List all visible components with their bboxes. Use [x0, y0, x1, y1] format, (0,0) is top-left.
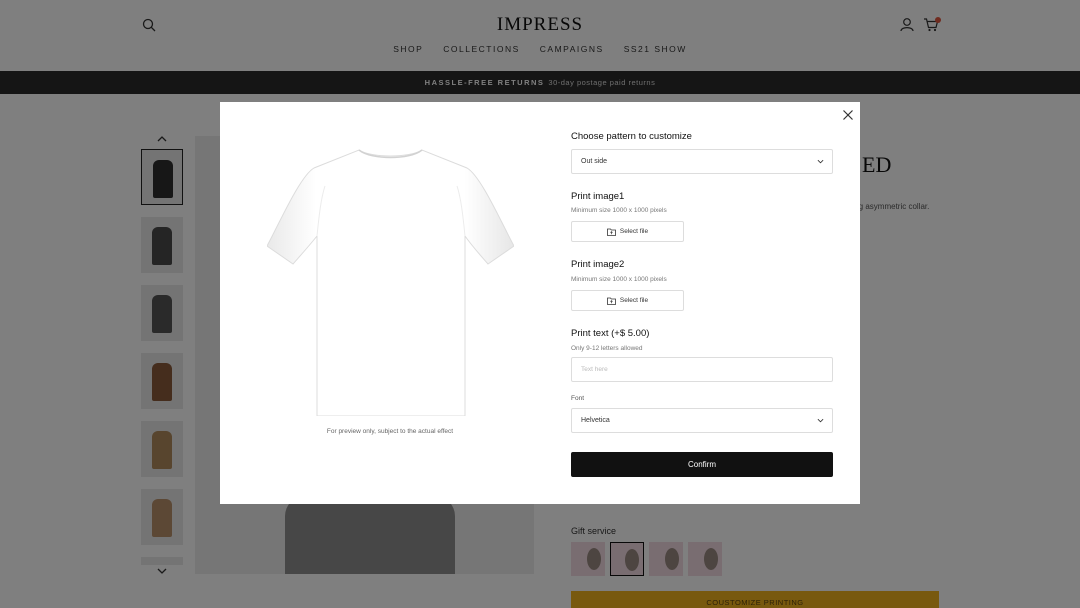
print-text-title: Print text (+$ 5.00): [571, 328, 650, 339]
print-text-input[interactable]: [571, 357, 833, 382]
product-page: IMPRESS SHOP COLLECTIONS CAMPAIGNS SS21 …: [0, 0, 1080, 608]
select-file-button-2[interactable]: Select file: [571, 290, 684, 311]
chevron-down-icon: [817, 159, 824, 164]
print-image2-hint: Minimum size 1000 x 1000 pixels: [571, 276, 667, 283]
close-icon[interactable]: [842, 109, 854, 121]
pattern-title: Choose pattern to customize: [571, 131, 692, 142]
print-text-hint: Only 9-12 letters allowed: [571, 345, 643, 352]
select-file-label: Select file: [619, 228, 649, 235]
folder-icon: [607, 228, 616, 236]
font-label: Font: [571, 395, 585, 402]
select-file-button-1[interactable]: Select file: [571, 221, 684, 242]
print-image1-hint: Minimum size 1000 x 1000 pixels: [571, 207, 667, 214]
font-select-value: Helvetica: [581, 417, 610, 424]
pattern-select[interactable]: Out side: [571, 149, 833, 174]
pattern-select-value: Out side: [581, 158, 608, 165]
folder-icon: [607, 297, 616, 305]
chevron-down-icon: [817, 418, 824, 423]
preview-note: For preview only, subject to the actual …: [326, 428, 454, 435]
print-image2-title: Print image2: [571, 259, 625, 270]
confirm-button[interactable]: Confirm: [571, 452, 833, 477]
select-file-label: Select file: [619, 297, 649, 304]
print-image1-title: Print image1: [571, 191, 625, 202]
font-select[interactable]: Helvetica: [571, 408, 833, 433]
tshirt-preview-image: [267, 149, 514, 416]
